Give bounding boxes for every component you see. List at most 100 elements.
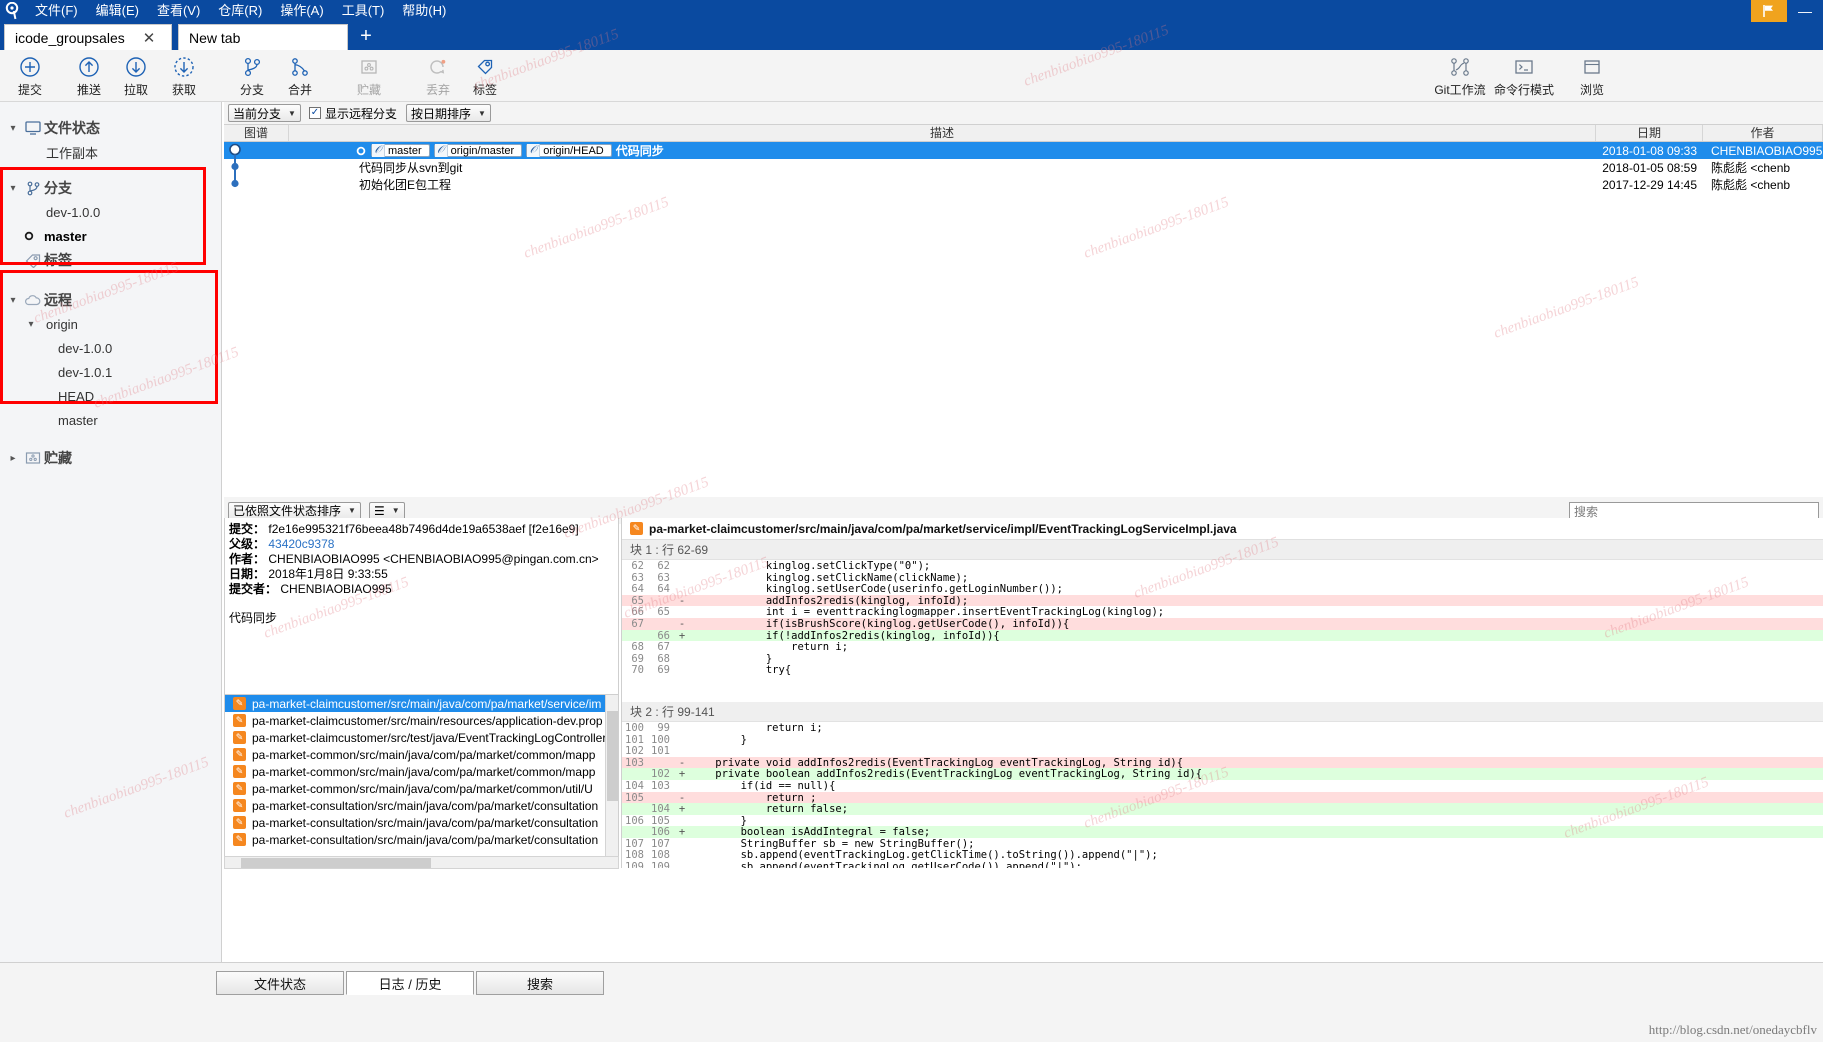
bottom-tab-file-status[interactable]: 文件状态 [216,971,344,995]
sidebar-item-remotes[interactable]: ▾ 远程 [0,288,221,312]
toolbar-gitflow-button[interactable]: Git工作流 [1424,53,1496,101]
diff-line: 66 65 int i = eventtrackinglogmapper.inse… [622,606,1823,618]
chevron-down-icon[interactable]: ▾ [4,295,22,306]
list-item[interactable]: ✎ pa-market-common/src/main/java/com/pa/… [225,780,618,797]
line-text: return false; [690,803,849,816]
list-item[interactable]: ✎ pa-market-consultation/src/main/java/c… [225,797,618,814]
menu-file[interactable]: 文件(F) [26,0,87,22]
show-remote-branches-checkbox[interactable]: ✓ 显示远程分支 [308,105,397,122]
column-header-author[interactable]: 作者 [1703,125,1823,141]
sidebar-item-origin-master[interactable]: master [0,408,221,432]
chevron-down-icon[interactable]: ▾ [22,319,40,330]
toolbar-label: 命令行模式 [1493,83,1554,97]
menu-help[interactable]: 帮助(H) [393,0,455,22]
file-sort-dropdown[interactable]: 已依照文件状态排序 ▼ [228,501,361,520]
file-path: pa-market-claimcustomer/src/test/java/Ev… [252,730,607,745]
list-item[interactable]: ✎ pa-market-claimcustomer/src/main/resou… [225,712,618,729]
edit-file-icon: ✎ [233,731,246,744]
close-icon[interactable]: ✕ [143,29,156,47]
sidebar-item-branches[interactable]: ▾ 分支 [0,176,221,200]
tab-new-tab[interactable]: New tab [178,24,348,50]
menu-actions[interactable]: 操作(A) [271,0,332,22]
bottom-tab-search[interactable]: 搜索 [476,971,604,995]
column-header-graph[interactable]: 图谱 [224,125,289,141]
ref-tag[interactable]: 𝒪 origin/HEAD [526,144,612,157]
bottom-tab-log-history[interactable]: 日志 / 历史 [346,971,474,995]
view-mode-dropdown[interactable]: ☰ ▼ [368,501,405,520]
column-header-date[interactable]: 日期 [1596,125,1703,141]
list-item[interactable]: ✎ pa-market-consultation/src/main/java/c… [225,814,618,831]
table-row[interactable]: 𝒪 master 𝒪 origin/master 𝒪 origin/HEAD 代… [224,142,1823,159]
toolbar-browse-button[interactable]: 浏览 [1556,53,1628,101]
ref-tag-label: master [388,144,422,157]
column-header-description[interactable]: 描述 [289,125,1596,141]
sidebar-item-branch-master[interactable]: master [0,224,221,248]
list-item[interactable]: ✎ pa-market-claimcustomer/src/test/java/… [225,729,618,746]
sidebar-item-origin-dev-101[interactable]: dev-1.0.1 [0,360,221,384]
sidebar-item-origin-head[interactable]: HEAD [0,384,221,408]
sidebar-item-label: master [44,228,87,244]
menu-view[interactable]: 查看(V) [148,0,209,22]
diff-line: 68 67 return i; [622,641,1823,653]
menu-edit[interactable]: 编辑(E) [87,0,148,22]
toolbar-commit-button[interactable]: 提交 [0,53,60,101]
sidebar-item-tags[interactable]: 标签 [0,248,221,272]
sidebar-item-working-copy[interactable]: 工作副本 [0,140,221,164]
diff-line: 66 + if(!addInfos2redis(kinglog, infoId))… [622,629,1823,642]
list-item[interactable]: ✎ pa-market-claimcustomer/src/main/java/… [225,695,618,712]
line-text: sb.append(eventTrackingLog.getClickTime(… [690,849,1158,862]
scrollbar-thumb[interactable] [607,711,618,801]
menu-tools[interactable]: 工具(T) [333,0,394,22]
chevron-down-icon[interactable]: ▾ [4,123,22,134]
diff-line: 108 108 sb.append(eventTrackingLog.getCli… [622,849,1823,861]
scrollbar-thumb[interactable] [241,858,431,868]
toolbar-terminal-button[interactable]: 命令行模式 [1488,53,1560,101]
sidebar-item-stashes[interactable]: ▸ 贮藏 [0,446,221,470]
line-mark [674,664,690,676]
line-text: StringBuffer sb = new StringBuffer(); [690,837,975,850]
sidebar-item-file-status[interactable]: ▾ 文件状态 [0,116,221,140]
sidebar-item-label: dev-1.0.0 [46,204,101,220]
old-line-number: 69 [631,652,644,665]
list-item[interactable]: ✎ pa-market-common/src/main/java/com/pa/… [225,763,618,780]
commit-description-cell: 初始化团E包工程 [289,176,1596,193]
chevron-down-icon[interactable]: ▾ [4,183,22,194]
table-row[interactable]: 代码同步从svn到git 2018-01-05 08:59 陈彪彪 <chenb [224,157,1823,176]
tab-icode-groupsales[interactable]: icode_groupsales ✕ [4,24,172,50]
changed-files-list: ✎ pa-market-claimcustomer/src/main/java/… [224,694,619,862]
detail-value: CHENBIAOBIAO995 <CHENBIAOBIAO995@pingan.… [268,552,599,566]
old-line-number: 107 [625,837,644,850]
new-line-number [648,792,674,804]
chevron-right-icon[interactable]: ▸ [4,453,22,464]
toolbar-tag-button[interactable]: 标签 [455,53,515,101]
detail-value[interactable]: f2e16e995321f76beea48b7496d4de19a6538aef… [268,522,578,536]
new-tab-button[interactable]: + [355,26,377,48]
toolbar-fetch-button[interactable]: 获取 [154,53,214,101]
line-mark [674,560,690,572]
line-mark: - [678,617,686,630]
old-line-number: 65 [631,594,644,607]
ref-tag[interactable]: 𝒪 origin/master [433,144,523,157]
toolbar-stash-button[interactable]: 贮藏 [339,53,399,101]
line-mark [674,583,690,595]
minimize-button[interactable]: — [1787,0,1823,22]
ref-tag[interactable]: 𝒪 master [371,144,430,157]
parent-commit-link[interactable]: 43420c9378 [268,537,334,551]
sort-mode-dropdown[interactable]: 按日期排序 ▼ [405,104,491,122]
list-item[interactable]: ✎ pa-market-common/src/main/java/com/pa/… [225,746,618,763]
branch-ref-icon: 𝒪 [527,144,541,157]
menu-repository[interactable]: 仓库(R) [209,0,271,22]
menu-bar: 文件(F) 编辑(E) 查看(V) 仓库(R) 操作(A) 工具(T) 帮助(H… [0,0,1823,22]
list-item[interactable]: ✎ pa-market-consultation/src/main/java/c… [225,831,618,848]
flag-icon[interactable] [1751,0,1787,22]
file-list-vertical-scrollbar[interactable] [605,695,618,861]
new-line-number [648,618,674,630]
file-list-horizontal-scrollbar[interactable] [224,856,619,869]
branch-filter-dropdown[interactable]: 当前分支 ▼ [228,104,301,122]
table-row[interactable]: 初始化团E包工程 2017-12-29 14:45 陈彪彪 <chenb [224,174,1823,193]
sidebar-item-remote-origin[interactable]: ▾ origin [0,312,221,336]
file-path: pa-market-common/src/main/java/com/pa/ma… [252,781,593,796]
sidebar-item-origin-dev-100[interactable]: dev-1.0.0 [0,336,221,360]
toolbar-merge-button[interactable]: 合并 [270,53,330,101]
sidebar-item-branch-dev-100[interactable]: dev-1.0.0 [0,200,221,224]
